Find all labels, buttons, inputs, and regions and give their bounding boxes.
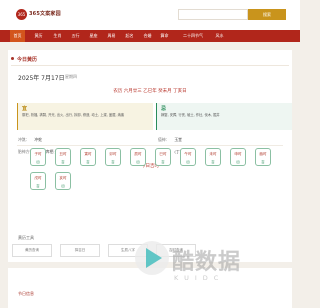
suitable-text: 祭祀, 祈福, 求嗣, 开光, 出火, 出行, 拆卸, 修造, 动土, 上梁, … xyxy=(22,113,125,117)
detail-value: 冲蛇 xyxy=(34,137,42,142)
hour-luck: 吉 xyxy=(86,160,90,164)
hour-name: 未时 xyxy=(209,152,217,156)
hour-name: 寅时 xyxy=(84,152,92,156)
hour-card[interactable]: 戌时吉 xyxy=(30,172,46,190)
avoid-text: 嫁娶, 安葬, 行丧, 破土, 作灶, 伐木, 掘井 xyxy=(161,113,220,117)
festival-title: 节日信息 xyxy=(18,291,34,296)
nav-item-solar-terms[interactable]: 二十四节气 xyxy=(176,30,210,42)
hour-name: 午时 xyxy=(184,152,192,156)
divider xyxy=(17,145,283,146)
tools-title: 黄历工具 xyxy=(18,235,34,240)
site-logo-text[interactable]: 365文案家园 xyxy=(29,10,61,17)
hour-card[interactable]: 寅时吉 xyxy=(80,148,96,166)
main-nav: 首页 黄历 生肖 五行 星座 周易 起名 合婚 算命 二十四节气 风水 xyxy=(0,30,300,42)
hour-luck: 凶 xyxy=(236,160,240,164)
divider xyxy=(11,65,289,66)
suitable-label: 宜 xyxy=(22,106,28,112)
hour-card[interactable]: 午时凶 xyxy=(180,148,196,166)
hour-name: 辰时 xyxy=(134,152,142,156)
hour-card[interactable]: 子时凶 xyxy=(30,148,46,166)
avoid-label: 忌 xyxy=(161,106,167,112)
hour-card[interactable]: 申时凶 xyxy=(230,148,246,166)
solar-date: 2025年 7月17日 xyxy=(18,75,65,82)
detail-label: 冲煞： xyxy=(18,137,30,142)
hour-name: 戌时 xyxy=(34,176,42,180)
section-bullet-icon xyxy=(11,57,14,60)
hour-name: 酉时 xyxy=(259,152,267,156)
hour-luck: 吉 xyxy=(36,184,40,188)
tool-button[interactable]: 择吉日 xyxy=(60,244,100,257)
hour-luck: 凶 xyxy=(36,160,40,164)
detail-clash: 冲煞： 冲蛇 xyxy=(18,137,42,143)
hour-card[interactable]: 未时吉 xyxy=(205,148,221,166)
nav-item-naming[interactable]: 起名 xyxy=(122,30,137,42)
nav-item-fortune[interactable]: 算命 xyxy=(157,30,172,42)
nav-item-zhouyi[interactable]: 周易 xyxy=(104,30,119,42)
hour-luck: 吉 xyxy=(111,160,115,164)
hour-name: 巳时 xyxy=(159,152,167,156)
auspicious-hours-title: 今日吉时 xyxy=(141,164,159,169)
hour-name: 亥时 xyxy=(59,176,67,180)
watermark-text: 酷数据 xyxy=(172,250,242,275)
lunar-date: 农历 六月廿三 乙巳年 癸未月 丁亥日 xyxy=(113,89,187,94)
suitable-box: 宜 祭祀, 祈福, 求嗣, 开光, 出火, 出行, 拆卸, 修造, 动土, 上梁… xyxy=(17,103,153,130)
watermark-subtext: KUIDC xyxy=(174,274,225,282)
nav-item-wuxing[interactable]: 五行 xyxy=(68,30,83,42)
top-header: 365 365文案家园 搜索 xyxy=(0,0,300,30)
hour-luck: 吉 xyxy=(161,160,165,164)
hour-card[interactable]: 亥时凶 xyxy=(55,172,71,190)
nav-item-almanac[interactable]: 黄历 xyxy=(31,30,46,42)
hour-card[interactable]: 辰时凶 xyxy=(130,148,146,166)
search-input[interactable] xyxy=(178,9,248,20)
hour-card[interactable]: 丑时吉 xyxy=(55,148,71,166)
tool-button[interactable]: 黄历查询 xyxy=(12,244,52,257)
hour-name: 丑时 xyxy=(59,152,67,156)
hour-card[interactable]: 巳时吉 xyxy=(155,148,171,166)
weekday: 星期四 xyxy=(65,74,77,79)
hour-name: 子时 xyxy=(34,152,42,156)
hour-name: 申时 xyxy=(234,152,242,156)
detail-duty-god: 值神： 玉堂 xyxy=(158,137,182,143)
section-title: 今日黄历 xyxy=(17,57,38,63)
detail-value: 玉堂 xyxy=(174,137,182,142)
hour-luck: 吉 xyxy=(61,160,65,164)
nav-item-home[interactable]: 首页 xyxy=(10,30,25,42)
search-button[interactable]: 搜索 xyxy=(248,9,286,20)
detail-label: 值神： xyxy=(158,137,170,142)
hour-name: 卯时 xyxy=(109,152,117,156)
hour-luck: 吉 xyxy=(211,160,215,164)
hour-card[interactable]: 卯时吉 xyxy=(105,148,121,166)
hour-luck: 凶 xyxy=(186,160,190,164)
hour-luck: 凶 xyxy=(136,160,140,164)
watermark-play-icon xyxy=(135,241,169,275)
hour-luck: 吉 xyxy=(261,160,265,164)
logo-icon[interactable]: 365 xyxy=(16,9,27,20)
nav-item-constellation[interactable]: 星座 xyxy=(86,30,101,42)
avoid-box: 忌 嫁娶, 安葬, 行丧, 破土, 作灶, 伐木, 掘井 xyxy=(156,103,292,130)
nav-item-zodiac[interactable]: 生肖 xyxy=(50,30,65,42)
nav-item-marriage[interactable]: 合婚 xyxy=(140,30,155,42)
hour-luck: 凶 xyxy=(61,184,65,188)
hour-card[interactable]: 酉时吉 xyxy=(255,148,271,166)
nav-item-fengshui[interactable]: 风水 xyxy=(212,30,227,42)
